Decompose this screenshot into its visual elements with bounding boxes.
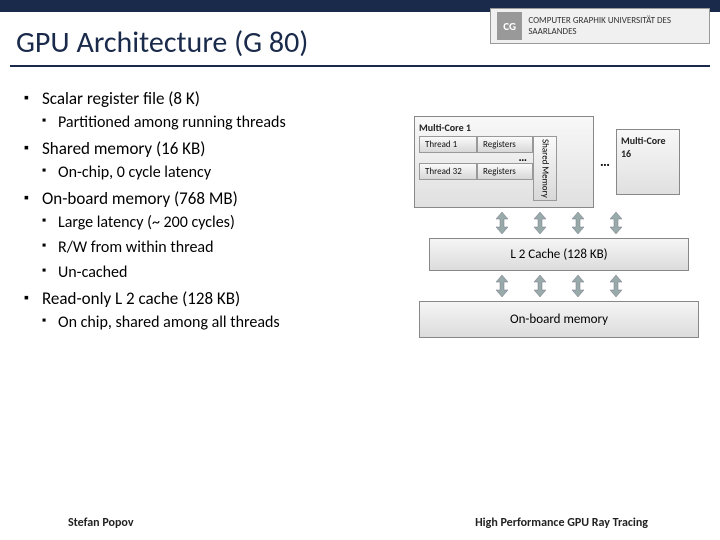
bullet-2-text: Shared memory (16 KB) bbox=[42, 138, 205, 159]
thread-dots: … bbox=[419, 153, 533, 163]
bullet-4: Read-only L 2 cache (128 KB) On chip, sh… bbox=[24, 288, 404, 332]
multicore-1-box: Multi-Core 1 Thread 1 Registers … Thread… bbox=[414, 116, 594, 208]
logo-text: COMPUTER GRAPHIK UNIVERSITÄT DES SAARLAN… bbox=[528, 15, 703, 37]
shared-memory-cell: Shared Memory bbox=[533, 136, 557, 201]
arrow-icon bbox=[530, 275, 550, 297]
multicore-16-box: Multi-Core 16 bbox=[616, 129, 680, 195]
bullet-2-1: On-chip, 0 cycle latency bbox=[42, 163, 404, 182]
multicore-16-label: Multi-Core 16 bbox=[621, 134, 675, 160]
bullet-3: On-board memory (768 MB) Large latency (… bbox=[24, 188, 404, 282]
bullet-3-text: On-board memory (768 MB) bbox=[42, 188, 238, 209]
core-ellipsis: … bbox=[594, 153, 616, 170]
bullet-1-text: Scalar register file (8 K) bbox=[42, 88, 200, 109]
thread-1-cell: Thread 1 bbox=[419, 136, 477, 153]
bullet-1-1: Partitioned among running threads bbox=[42, 113, 404, 132]
bullet-2: Shared memory (16 KB) On-chip, 0 cycle l… bbox=[24, 138, 404, 182]
arrow-icon bbox=[606, 275, 626, 297]
arrow-icon bbox=[568, 275, 588, 297]
arrow-icon bbox=[492, 275, 512, 297]
title-underline bbox=[10, 65, 710, 67]
onboard-memory-box: On-board memory bbox=[419, 301, 699, 338]
header-logo: CG COMPUTER GRAPHIK UNIVERSITÄT DES SAAR… bbox=[490, 8, 710, 44]
footer-credit: High Performance GPU Ray Tracing bbox=[475, 516, 648, 530]
arrow-icon bbox=[568, 212, 588, 234]
architecture-diagram: Multi-Core 1 Thread 1 Registers … Thread… bbox=[414, 116, 704, 338]
thread-32-cell: Thread 32 bbox=[419, 163, 477, 180]
multicore-1-label: Multi-Core 1 bbox=[419, 121, 589, 134]
bullet-3-3: Un-cached bbox=[42, 263, 404, 282]
arrows-bottom bbox=[414, 271, 704, 301]
registers-cell-32: Registers bbox=[477, 163, 533, 180]
bullet-4-text: Read-only L 2 cache (128 KB) bbox=[42, 288, 240, 309]
arrows-top bbox=[414, 208, 704, 238]
l2-cache-box: L 2 Cache (128 KB) bbox=[429, 238, 689, 271]
bullet-3-1: Large latency (~ 200 cycles) bbox=[42, 213, 404, 232]
arrow-icon bbox=[530, 212, 550, 234]
logo-badge: CG bbox=[497, 12, 522, 40]
arrow-icon bbox=[606, 212, 626, 234]
bullet-content: Scalar register file (8 K) Partitioned a… bbox=[24, 88, 404, 338]
bullet-4-1: On chip, shared among all threads bbox=[42, 313, 404, 332]
arrow-icon bbox=[492, 212, 512, 234]
bullet-1: Scalar register file (8 K) Partitioned a… bbox=[24, 88, 404, 132]
footer-author: Stefan Popov bbox=[68, 516, 134, 530]
bullet-3-2: R/W from within thread bbox=[42, 238, 404, 257]
